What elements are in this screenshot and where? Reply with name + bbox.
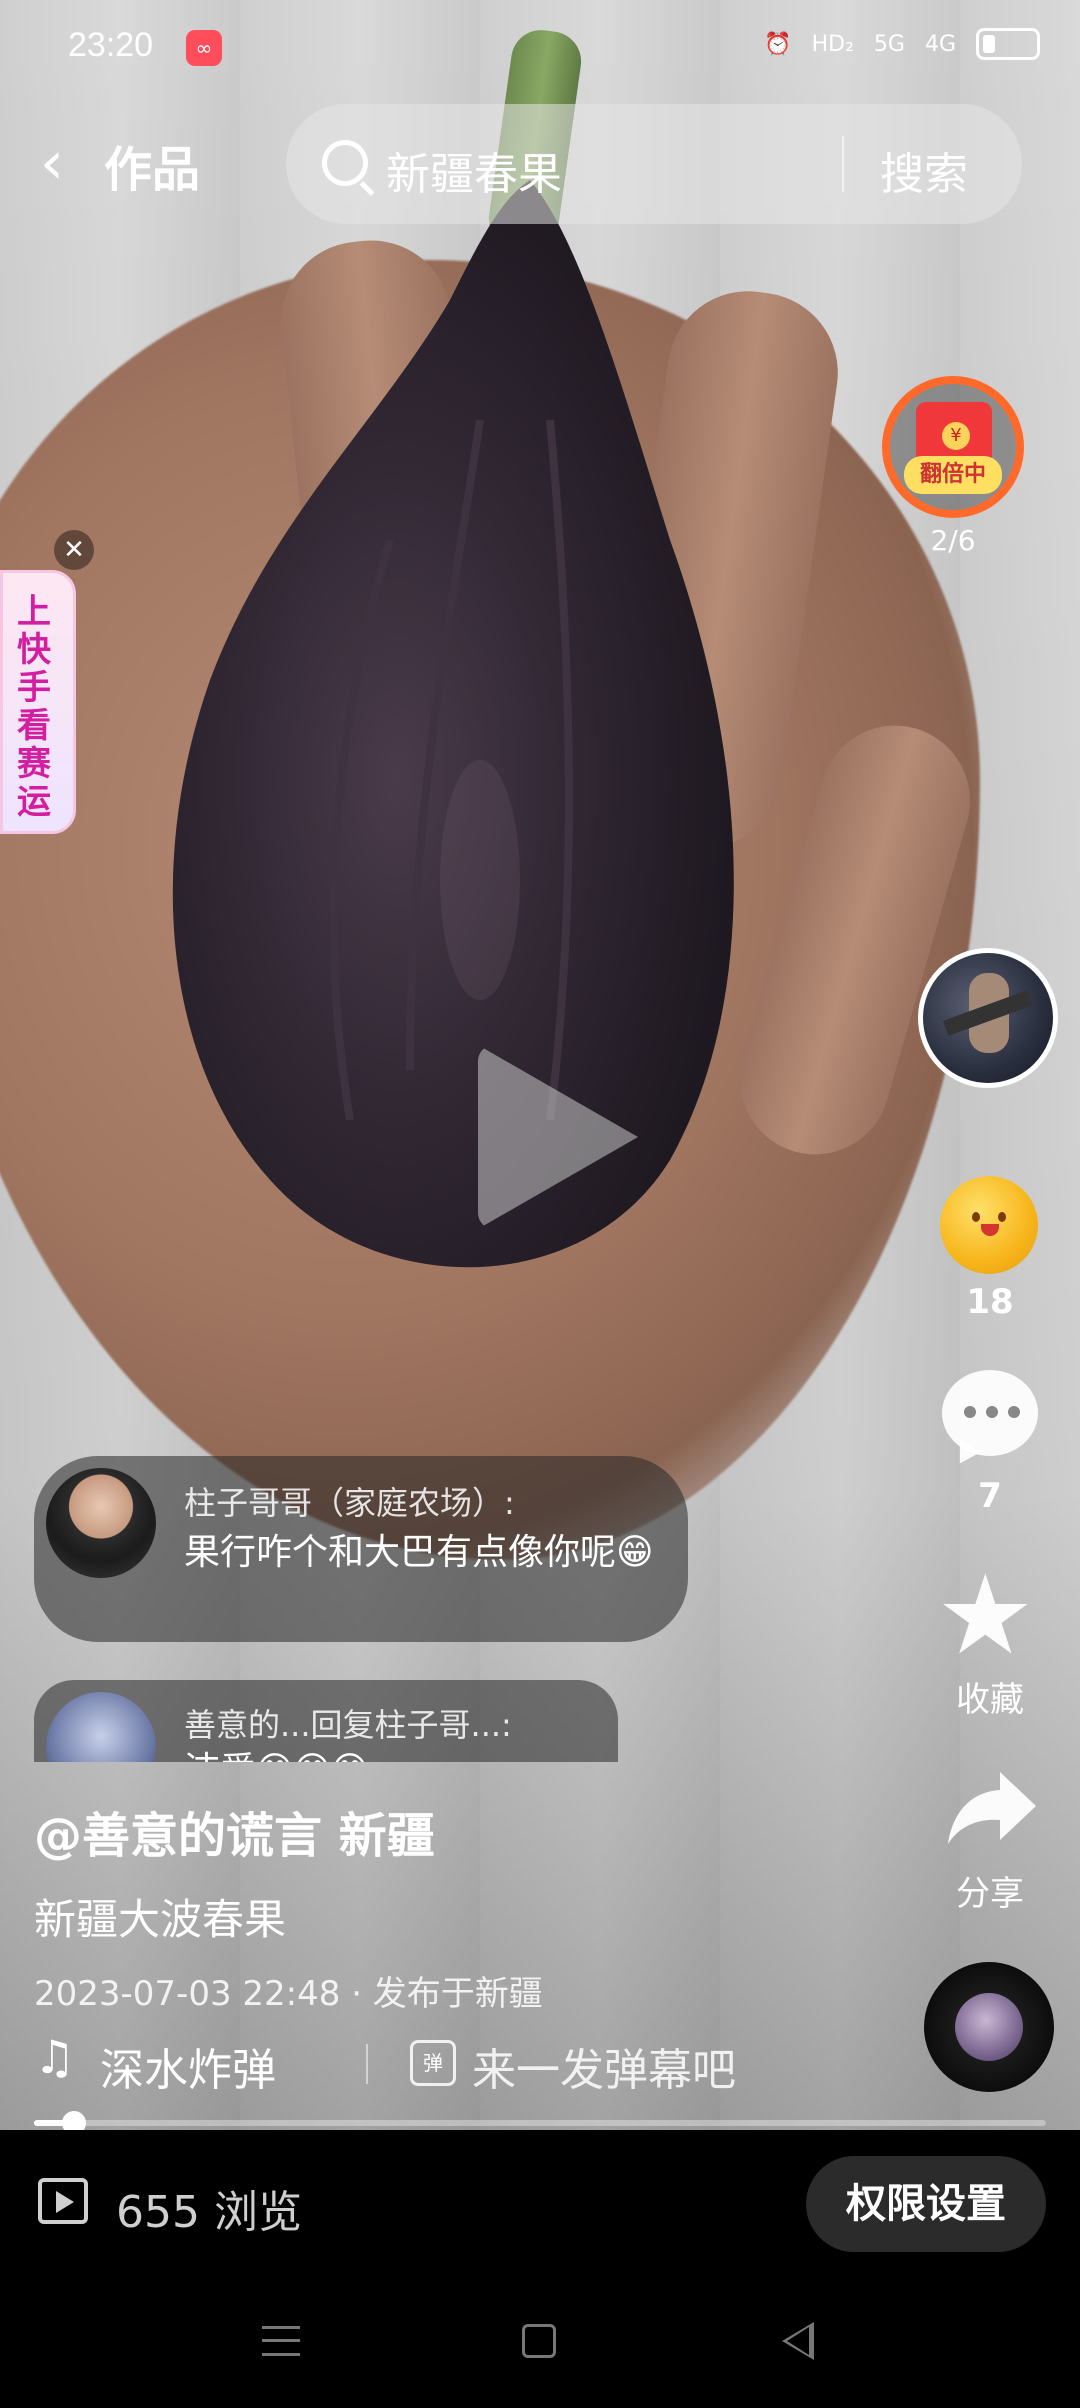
music-disc-cover — [955, 1993, 1023, 2061]
play-icon[interactable] — [478, 1045, 638, 1229]
music-note-icon: ♫ — [34, 2030, 76, 2084]
search-divider — [842, 136, 844, 192]
author-avatar[interactable] — [918, 948, 1058, 1088]
danmaku-input[interactable]: 来一发弹幕吧 — [472, 2034, 736, 2098]
comment-dots — [964, 1406, 1020, 1418]
comment-count: 7 — [978, 1476, 1002, 1516]
search-button[interactable]: 搜索 — [880, 138, 968, 202]
author-name[interactable]: @善意的谎言 新疆 — [34, 1796, 435, 1866]
alarm-icon: ⏰ — [764, 31, 792, 57]
search-icon — [322, 140, 368, 186]
coin-eye — [972, 1212, 980, 1222]
app-notification-icon: ∞ — [186, 30, 222, 66]
red-packet-progress: 2/6 — [930, 524, 976, 557]
side-banner-text: 上快手 看赛运 — [17, 592, 51, 822]
publish-info: 2023-07-03 22:48 · 发布于新疆 — [34, 1974, 543, 2014]
status-bar: 23:20 ∞ ⏰ HD₂ 5G 4G — [0, 0, 1080, 96]
permission-settings-button[interactable]: 权限设置 — [806, 2156, 1046, 2252]
menu-icon[interactable] — [262, 2326, 300, 2356]
back-arrow-icon[interactable]: ‹ — [40, 128, 64, 198]
side-promo-banner[interactable]: 上快手 看赛运 — [0, 570, 76, 834]
red-packet-tag: 翻倍中 — [904, 456, 1002, 494]
comment-text: 洁爱😁😁😁 — [184, 1746, 584, 1762]
coin-mouth — [981, 1224, 999, 1236]
play-views-icon — [38, 2178, 88, 2224]
battery-icon — [976, 28, 1040, 60]
coin-face — [964, 1206, 1014, 1242]
video-progress-bar[interactable] — [34, 2111, 1046, 2135]
avatar — [46, 1692, 156, 1762]
status-time: 23:20 — [68, 26, 154, 64]
comment-text: 果行咋个和大巴有点像你呢😁 — [184, 1532, 654, 1573]
comment-author: 善意的...回复柱子哥...: — [184, 1706, 512, 1744]
divider — [366, 2044, 368, 2084]
danmaku-comment[interactable]: 柱子哥哥（家庭农场）: 果行咋个和大巴有点像你呢😁 — [34, 1456, 688, 1642]
video-description: 新疆大波春果 — [34, 1895, 287, 1944]
signal-4g-icon: 4G — [924, 31, 956, 57]
status-indicators: ⏰ HD₂ 5G 4G — [764, 28, 1040, 60]
like-count: 18 — [966, 1282, 1014, 1322]
red-packet-button[interactable]: 翻倍中 — [882, 376, 1024, 518]
danmaku-comment[interactable]: 善意的...回复柱子哥...: 洁爱😁😁😁 — [34, 1680, 618, 1762]
search-input[interactable]: 新疆春果 — [386, 138, 562, 202]
close-icon[interactable]: ✕ — [54, 530, 94, 570]
coin-like-icon[interactable] — [940, 1176, 1038, 1274]
star-icon[interactable]: ★ — [936, 1560, 1035, 1670]
share-label: 分享 — [956, 1874, 1024, 1914]
search-bar[interactable]: 新疆春果 搜索 — [286, 104, 1022, 224]
music-disc-icon[interactable] — [924, 1962, 1054, 2092]
page-title: 作品 — [104, 142, 201, 198]
comment-author: 柱子哥哥（家庭农场）: — [184, 1484, 515, 1522]
danmaku-icon[interactable]: 弹 — [410, 2040, 456, 2086]
view-count: 655 浏览 — [116, 2187, 302, 2238]
comment-icon[interactable] — [942, 1370, 1038, 1456]
home-icon[interactable] — [522, 2324, 556, 2358]
coin-eye — [998, 1212, 1006, 1222]
music-title[interactable]: 深水炸弹 - — [100, 2034, 278, 2098]
avatar — [46, 1468, 156, 1578]
hd-indicator: HD₂ — [811, 31, 854, 57]
share-icon[interactable] — [944, 1768, 1040, 1848]
signal-5g-icon: 5G — [873, 31, 905, 57]
fig-image — [172, 180, 734, 1268]
favorite-label: 收藏 — [956, 1680, 1024, 1720]
nav-back-icon[interactable] — [782, 2322, 814, 2360]
